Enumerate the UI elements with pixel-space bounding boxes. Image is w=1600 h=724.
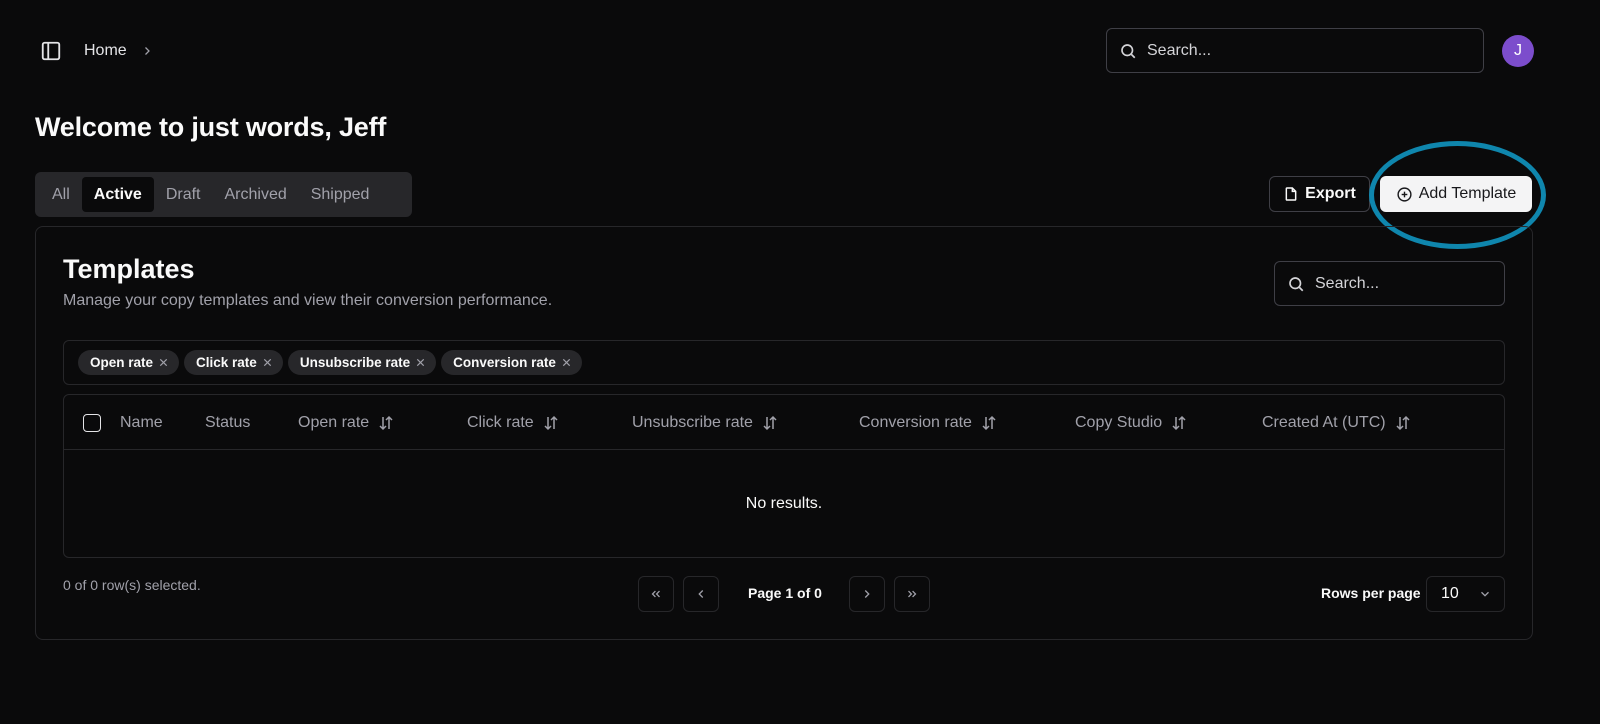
column-header-status: Status bbox=[205, 395, 250, 450]
column-header-unsubscribe-rate[interactable]: Unsubscribe rate bbox=[632, 395, 779, 450]
column-header-name: Name bbox=[120, 395, 163, 450]
add-template-label: Add Template bbox=[1418, 185, 1517, 202]
export-label: Export bbox=[1305, 185, 1356, 202]
global-search[interactable] bbox=[1106, 28, 1484, 73]
column-label: Open rate bbox=[298, 413, 370, 431]
chip-label: Open rate bbox=[90, 355, 154, 370]
sort-arrows-icon[interactable] bbox=[980, 414, 998, 432]
avatar[interactable]: J bbox=[1502, 35, 1534, 67]
chip-label: Unsubscribe rate bbox=[299, 355, 411, 370]
file-icon bbox=[1283, 186, 1299, 202]
first-page-button[interactable] bbox=[638, 576, 674, 612]
chevron-right-icon bbox=[141, 45, 153, 57]
table-header-row: Name Status Open rate Click rate Unsubsc… bbox=[64, 395, 1504, 450]
column-label: Name bbox=[120, 413, 163, 431]
filter-chip-conversion-rate: Conversion rate bbox=[441, 350, 582, 375]
templates-table: Name Status Open rate Click rate Unsubsc… bbox=[63, 394, 1505, 558]
global-search-input[interactable] bbox=[1147, 41, 1471, 60]
close-icon[interactable] bbox=[262, 357, 273, 368]
column-header-open-rate[interactable]: Open rate bbox=[298, 395, 395, 450]
select-all-checkbox[interactable] bbox=[83, 414, 101, 432]
card-title: Templates bbox=[63, 254, 195, 284]
close-icon[interactable] bbox=[158, 357, 169, 368]
table-search[interactable] bbox=[1274, 261, 1505, 306]
sidebar-toggle-icon[interactable] bbox=[40, 40, 62, 62]
chevron-down-icon bbox=[1478, 587, 1492, 601]
column-label: Copy Studio bbox=[1075, 413, 1163, 431]
column-label: Created At (UTC) bbox=[1262, 413, 1386, 431]
add-template-button[interactable]: Add Template bbox=[1380, 176, 1532, 212]
previous-page-button[interactable] bbox=[683, 576, 719, 612]
filter-chip-click-rate: Click rate bbox=[184, 350, 283, 375]
sort-arrows-icon[interactable] bbox=[542, 414, 560, 432]
sort-arrows-icon[interactable] bbox=[761, 414, 779, 432]
plus-circle-icon bbox=[1396, 186, 1413, 203]
page-indicator: Page 1 of 0 bbox=[748, 585, 822, 601]
search-icon bbox=[1119, 42, 1137, 60]
sort-arrows-icon[interactable] bbox=[377, 414, 395, 432]
tab-shipped[interactable]: Shipped bbox=[299, 177, 382, 212]
column-label: Conversion rate bbox=[859, 413, 972, 431]
tab-all[interactable]: All bbox=[40, 177, 82, 212]
tab-archived[interactable]: Archived bbox=[212, 177, 298, 212]
chip-label: Click rate bbox=[196, 355, 257, 370]
rows-per-page-select[interactable]: 10 bbox=[1426, 576, 1505, 612]
page-title: Welcome to just words, Jeff bbox=[35, 112, 387, 142]
chip-label: Conversion rate bbox=[453, 355, 556, 370]
card-description: Manage your copy templates and view thei… bbox=[63, 292, 553, 309]
column-header-conversion-rate[interactable]: Conversion rate bbox=[859, 395, 998, 450]
rows-per-page-label: Rows per page bbox=[1321, 585, 1421, 601]
column-header-created-at[interactable]: Created At (UTC) bbox=[1262, 395, 1412, 450]
table-search-input[interactable] bbox=[1315, 274, 1492, 293]
column-label: Click rate bbox=[467, 413, 534, 431]
column-label: Status bbox=[205, 413, 251, 431]
sort-arrows-icon[interactable] bbox=[1394, 414, 1412, 432]
filter-chip-unsubscribe-rate: Unsubscribe rate bbox=[287, 350, 437, 375]
last-page-button[interactable] bbox=[894, 576, 930, 612]
next-page-button[interactable] bbox=[849, 576, 885, 612]
export-button[interactable]: Export bbox=[1269, 176, 1370, 212]
filter-chip-open-rate: Open rate bbox=[78, 350, 180, 375]
sort-arrows-icon[interactable] bbox=[1170, 414, 1188, 432]
selection-count: 0 of 0 row(s) selected. bbox=[63, 577, 201, 593]
column-label: Unsubscribe rate bbox=[632, 413, 753, 431]
tab-active[interactable]: Active bbox=[81, 177, 154, 212]
close-icon[interactable] bbox=[415, 357, 426, 368]
column-header-click-rate[interactable]: Click rate bbox=[467, 395, 560, 450]
chevrons-left-icon bbox=[649, 587, 663, 601]
empty-state-message: No results. bbox=[745, 495, 823, 512]
chevron-right-icon bbox=[860, 587, 874, 601]
status-tabs: All Active Draft Archived Shipped bbox=[35, 172, 412, 217]
breadcrumb: Home bbox=[84, 40, 153, 62]
chevron-left-icon bbox=[694, 587, 708, 601]
search-icon bbox=[1287, 275, 1305, 293]
filter-chips-bar: Open rate Click rate Unsubscribe rate Co… bbox=[63, 340, 1505, 385]
chevrons-right-icon bbox=[905, 587, 919, 601]
rows-per-page-value: 10 bbox=[1441, 585, 1459, 602]
close-icon[interactable] bbox=[561, 357, 572, 368]
breadcrumb-home[interactable]: Home bbox=[84, 42, 127, 60]
column-header-copy-studio[interactable]: Copy Studio bbox=[1075, 395, 1188, 450]
tab-draft[interactable]: Draft bbox=[154, 177, 213, 212]
